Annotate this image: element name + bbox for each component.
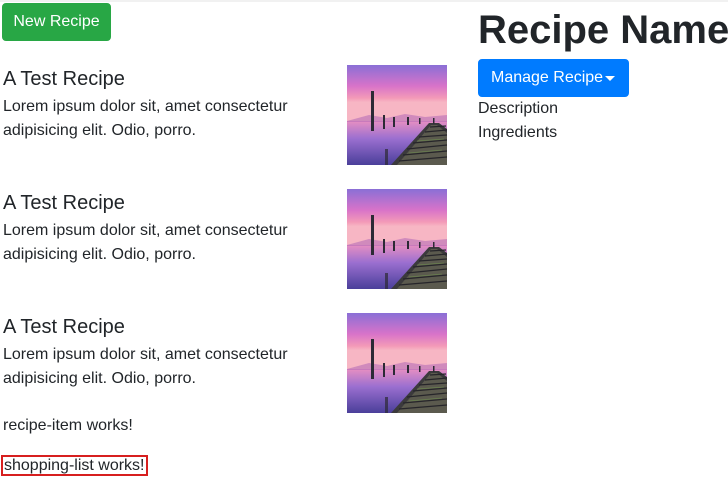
manage-recipe-dropdown-button[interactable]: Manage Recipe <box>478 59 629 97</box>
recipe-thumbnail <box>347 313 447 413</box>
manage-recipe-label: Manage Recipe <box>491 69 604 86</box>
recipe-title: A Test Recipe <box>3 316 125 338</box>
recipe-list: A Test Recipe Lorem ipsum dolor sit, ame… <box>3 65 447 437</box>
recipe-thumbnail <box>347 65 447 165</box>
recipe-description: Lorem ipsum dolor sit, amet consectetur … <box>3 222 288 263</box>
recipe-list-item[interactable]: A Test Recipe Lorem ipsum dolor sit, ame… <box>3 189 447 313</box>
new-recipe-button[interactable]: New Recipe <box>2 3 111 41</box>
recipe-item-status-text: recipe-item works! <box>3 417 133 434</box>
recipe-detail-description: Description <box>478 100 559 117</box>
recipe-title: A Test Recipe <box>3 192 125 214</box>
caret-down-icon <box>605 76 615 81</box>
recipe-thumbnail <box>347 189 447 289</box>
recipe-detail-ingredients: Ingredients <box>478 124 558 141</box>
recipe-description: Lorem ipsum dolor sit, amet consectetur … <box>3 98 288 139</box>
recipe-description: Lorem ipsum dolor sit, amet consectetur … <box>3 346 288 387</box>
recipe-list-item[interactable]: A Test Recipe Lorem ipsum dolor sit, ame… <box>3 65 447 189</box>
top-divider <box>0 0 728 2</box>
shopping-list-status-text: shopping-list works! <box>1 455 148 476</box>
recipe-title: A Test Recipe <box>3 68 125 90</box>
recipe-detail-title: Recipe Name <box>478 8 728 52</box>
